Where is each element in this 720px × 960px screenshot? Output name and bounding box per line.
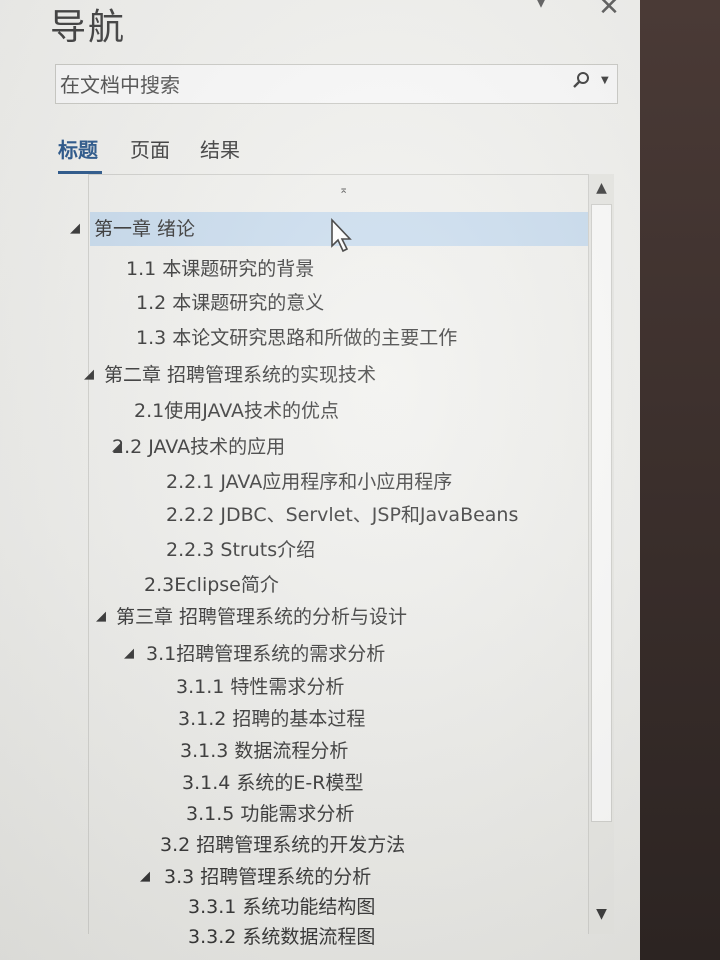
heading-item[interactable]: 3.2 招聘管理系统的开发方法 [160, 828, 405, 862]
vertical-scrollbar[interactable]: ▲ ▼ [588, 174, 614, 934]
heading-label: 3.3 招聘管理系统的分析 [164, 866, 372, 888]
heading-label: 第三章 招聘管理系统的分析与设计 [116, 606, 408, 628]
heading-item[interactable]: 3.3.2 系统数据流程图 [188, 920, 375, 954]
heading-item[interactable]: 3.1.4 系统的E-R模型 [182, 766, 363, 800]
heading-label: 3.1.5 功能需求分析 [186, 803, 355, 825]
heading-label: 3.3.1 系统功能结构图 [188, 896, 376, 918]
heading-item[interactable]: 2.2.2 JDBC、Servlet、JSP和JavaBeans [166, 498, 518, 532]
heading-item[interactable]: 3.1招聘管理系统的需求分析 [146, 637, 385, 671]
heading-label: 2.2.3 Struts介绍 [166, 539, 316, 561]
collapse-all-icon[interactable]: ⌅ [339, 183, 348, 196]
scrollbar-thumb[interactable] [591, 204, 612, 822]
expand-triangle-icon[interactable]: ◢ [70, 212, 80, 246]
heading-label: 3.1.2 招聘的基本过程 [178, 708, 366, 730]
heading-label: 2.3Eclipse简介 [144, 574, 279, 596]
mouse-pointer-icon [331, 218, 352, 253]
chevron-down-icon[interactable]: ▼ [601, 75, 609, 86]
heading-item[interactable]: 1.2 本课题研究的意义 [136, 286, 324, 320]
heading-item[interactable]: 1.3 本论文研究思路和所做的主要工作 [136, 321, 457, 355]
heading-label: 1.2 本课题研究的意义 [136, 292, 325, 314]
heading-item[interactable]: 3.1.5 功能需求分析 [186, 797, 354, 831]
heading-label: 2.2.2 JDBC、Servlet、JSP和JavaBeans [166, 504, 519, 526]
heading-item[interactable]: 第三章 招聘管理系统的分析与设计 [116, 600, 407, 634]
heading-item[interactable]: 3.3.1 系统功能结构图 [188, 890, 375, 924]
tab-results[interactable]: 结果 [200, 134, 240, 163]
heading-item[interactable]: 2.2 JAVA技术的应用 [112, 430, 285, 464]
heading-label: 1.3 本论文研究思路和所做的主要工作 [136, 327, 458, 349]
heading-item[interactable]: 2.1使用JAVA技术的优点 [134, 394, 339, 428]
search-icon[interactable] [572, 71, 590, 94]
heading-item[interactable]: 3.1.3 数据流程分析 [180, 734, 348, 768]
heading-item[interactable]: 2.3Eclipse简介 [144, 568, 279, 602]
expand-triangle-icon[interactable]: ◢ [124, 637, 134, 671]
scroll-up-arrow-icon[interactable]: ▲ [589, 174, 614, 202]
heading-item[interactable]: 第二章 招聘管理系统的实现技术 [104, 358, 376, 392]
search-input[interactable] [58, 71, 542, 99]
heading-label: 2.1使用JAVA技术的优点 [134, 400, 340, 422]
heading-label: 2.2 JAVA技术的应用 [112, 436, 286, 458]
scroll-down-arrow-icon[interactable]: ▼ [589, 900, 614, 928]
expand-triangle-icon[interactable]: ◢ [140, 860, 150, 894]
heading-label: 2.2.1 JAVA应用程序和小应用程序 [166, 471, 453, 493]
heading-label: 3.3.2 系统数据流程图 [188, 926, 376, 948]
heading-label: 3.2 招聘管理系统的开发方法 [160, 834, 406, 856]
heading-label: 3.1招聘管理系统的需求分析 [146, 643, 386, 665]
triangle-down-icon[interactable]: ▼ [530, 0, 552, 16]
heading-label: 第一章 绪论 [94, 218, 196, 240]
heading-item[interactable]: 3.1.1 特性需求分析 [176, 670, 344, 704]
heading-label: 3.1.3 数据流程分析 [180, 740, 349, 762]
navigation-pane: 导航 ▼ ✕ ▼ 标题 页面 结果 ⌅ 第一章 绪论 ◢ 1.1 本课题研究的背景 1… [0, 0, 640, 960]
heading-label: 3.1.4 系统的E-R模型 [182, 772, 364, 794]
heading-label: 第二章 招聘管理系统的实现技术 [104, 364, 377, 386]
heading-item[interactable]: 2.2.3 Struts介绍 [166, 533, 315, 567]
background-edge [640, 0, 720, 960]
tab-pages[interactable]: 页面 [130, 134, 170, 163]
close-icon[interactable]: ✕ [595, 0, 623, 22]
heading-item[interactable]: 3.3 招聘管理系统的分析 [164, 860, 371, 894]
heading-label: 3.1.1 特性需求分析 [176, 676, 345, 698]
expand-triangle-icon[interactable]: ◢ [84, 358, 94, 392]
pane-title: 导航 [50, 7, 127, 48]
expand-triangle-icon[interactable]: ◢ [96, 600, 106, 634]
heading-item[interactable]: 3.1.2 招聘的基本过程 [178, 702, 365, 736]
expand-triangle-icon[interactable]: ◢ [112, 430, 122, 464]
heading-label: 1.1 本课题研究的背景 [126, 258, 315, 280]
tab-headings[interactable]: 标题 [58, 134, 98, 163]
search-box: ▼ [55, 64, 618, 104]
heading-item[interactable]: 2.2.1 JAVA应用程序和小应用程序 [166, 465, 452, 499]
heading-item[interactable]: 1.1 本课题研究的背景 [126, 252, 314, 286]
